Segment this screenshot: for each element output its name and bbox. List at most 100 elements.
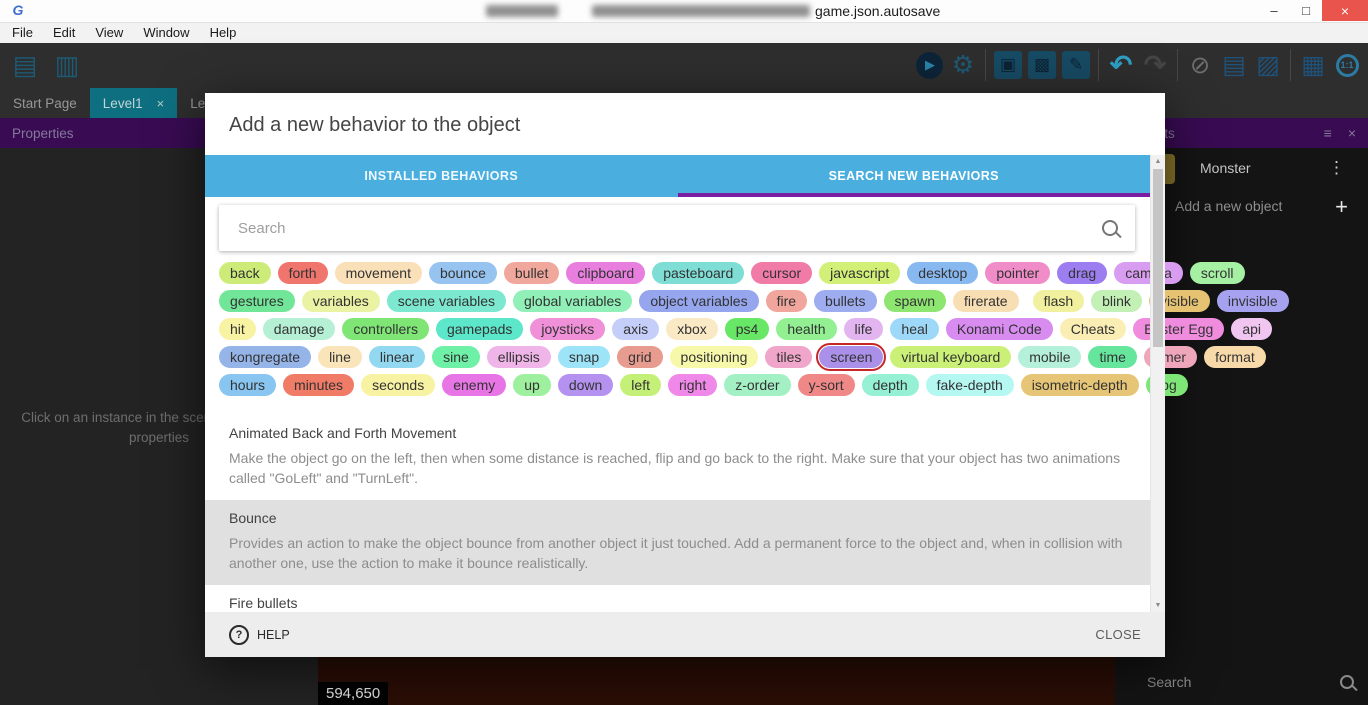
tag-api[interactable]: api xyxy=(1231,318,1272,340)
project-manager-icon[interactable]: ▤ xyxy=(8,48,42,82)
play-icon[interactable]: ▶ xyxy=(912,48,946,82)
tag-snap[interactable]: snap xyxy=(558,346,610,368)
tag-ps4[interactable]: ps4 xyxy=(725,318,770,340)
undo-icon[interactable]: ↶ xyxy=(1104,48,1138,82)
tag-spawn[interactable]: spawn xyxy=(884,290,946,312)
zoom-ratio-icon[interactable]: 1:1 xyxy=(1330,48,1364,82)
tag-bullets[interactable]: bullets xyxy=(814,290,876,312)
tag-object-variables[interactable]: object variables xyxy=(639,290,758,312)
tag-konami-code[interactable]: Konami Code xyxy=(946,318,1053,340)
tag-line[interactable]: line xyxy=(318,346,362,368)
menu-edit[interactable]: Edit xyxy=(43,23,85,43)
tag-down[interactable]: down xyxy=(558,374,613,396)
tag-back[interactable]: back xyxy=(219,262,271,284)
tag-forth[interactable]: forth xyxy=(278,262,328,284)
behavior-item-animated-back-and-forth-movement[interactable]: Animated Back and Forth MovementMake the… xyxy=(205,415,1150,500)
tag-kongregate[interactable]: kongregate xyxy=(219,346,311,368)
tag-cursor[interactable]: cursor xyxy=(751,262,812,284)
tag-joysticks[interactable]: joysticks xyxy=(530,318,605,340)
tag-screen[interactable]: screen xyxy=(819,346,883,368)
tag-bullet[interactable]: bullet xyxy=(504,262,559,284)
tag-easter-egg[interactable]: Easter Egg xyxy=(1133,318,1224,340)
tag-variables[interactable]: variables xyxy=(302,290,380,312)
redo-icon[interactable]: ↷ xyxy=(1138,48,1172,82)
tag-grid[interactable]: grid xyxy=(617,346,662,368)
tag-isometric-depth[interactable]: isometric-depth xyxy=(1021,374,1139,396)
edit-scene-icon[interactable]: ✎ xyxy=(1059,48,1093,82)
tag-virtual-keyboard[interactable]: virtual keyboard xyxy=(890,346,1011,368)
mask-icon[interactable]: ⊘ xyxy=(1183,48,1217,82)
tag-health[interactable]: health xyxy=(776,318,836,340)
tag-ellipsis[interactable]: ellipsis xyxy=(487,346,551,368)
tag-axis[interactable]: axis xyxy=(612,318,659,340)
start-page-icon[interactable]: ▥ xyxy=(50,48,84,82)
tag-enemy[interactable]: enemy xyxy=(442,374,506,396)
tag-drag[interactable]: drag xyxy=(1057,262,1107,284)
tag-desktop[interactable]: desktop xyxy=(907,262,978,284)
close-button[interactable]: × xyxy=(1322,0,1368,21)
tag-controllers[interactable]: controllers xyxy=(342,318,429,340)
help-button[interactable]: ? HELP xyxy=(229,625,290,645)
maximize-button[interactable]: □ xyxy=(1290,0,1322,21)
tab-close-icon[interactable]: × xyxy=(157,96,165,111)
menu-window[interactable]: Window xyxy=(133,23,199,43)
tag-y-sort[interactable]: y-sort xyxy=(798,374,855,396)
tag-time[interactable]: time xyxy=(1088,346,1136,368)
menu-help[interactable]: Help xyxy=(200,23,247,43)
tag-hours[interactable]: hours xyxy=(219,374,276,396)
tag-life[interactable]: life xyxy=(844,318,884,340)
tag-positioning[interactable]: positioning xyxy=(670,346,759,368)
dialog-tab-search-new-behaviors[interactable]: SEARCH NEW BEHAVIORS xyxy=(678,155,1151,197)
tag-blink[interactable]: blink xyxy=(1091,290,1142,312)
tag-damage[interactable]: damage xyxy=(263,318,336,340)
tag-left[interactable]: left xyxy=(620,374,661,396)
tag-linear[interactable]: linear xyxy=(369,346,425,368)
debug-icon[interactable]: ⚙ xyxy=(946,48,980,82)
tag-scene-variables[interactable]: scene variables xyxy=(387,290,506,312)
tag-fire[interactable]: fire xyxy=(766,290,807,312)
tag-mobile[interactable]: mobile xyxy=(1018,346,1081,368)
scrollbar-thumb[interactable] xyxy=(1153,169,1163,347)
tag-global-variables[interactable]: global variables xyxy=(513,290,632,312)
grid-icon[interactable]: ▦ xyxy=(1296,48,1330,82)
tag-seconds[interactable]: seconds xyxy=(361,374,435,396)
close-dialog-button[interactable]: CLOSE xyxy=(1095,627,1141,642)
tag-gestures[interactable]: gestures xyxy=(219,290,295,312)
layers-icon[interactable]: ▨ xyxy=(1251,48,1285,82)
minimize-button[interactable]: – xyxy=(1258,0,1290,21)
tag-heal[interactable]: heal xyxy=(890,318,938,340)
filter-icon[interactable]: ≡ xyxy=(1324,125,1332,141)
tag-tiles[interactable]: tiles xyxy=(765,346,812,368)
behavior-search-input[interactable] xyxy=(236,219,1102,238)
dialog-tab-installed-behaviors[interactable]: INSTALLED BEHAVIORS xyxy=(205,155,678,197)
tag-up[interactable]: up xyxy=(513,374,551,396)
tag-javascript[interactable]: javascript xyxy=(819,262,900,284)
tag-scroll[interactable]: scroll xyxy=(1190,262,1245,284)
tag-fake-depth[interactable]: fake-depth xyxy=(926,374,1014,396)
dialog-scrollbar[interactable]: ▲ ▼ xyxy=(1150,155,1165,612)
tag-flash[interactable]: flash xyxy=(1033,290,1085,312)
instances-icon[interactable]: ▩ xyxy=(1025,48,1059,82)
tag-hit[interactable]: hit xyxy=(219,318,256,340)
tag-right[interactable]: right xyxy=(668,374,717,396)
tag-camera[interactable]: camera xyxy=(1114,262,1183,284)
tag-clipboard[interactable]: clipboard xyxy=(566,262,645,284)
tag-minutes[interactable]: minutes xyxy=(283,374,354,396)
scroll-up-icon[interactable]: ▲ xyxy=(1151,158,1165,165)
tag-movement[interactable]: movement xyxy=(335,262,422,284)
tag-gamepads[interactable]: gamepads xyxy=(436,318,523,340)
tag-cheats[interactable]: Cheats xyxy=(1060,318,1126,340)
tag-bounce[interactable]: bounce xyxy=(429,262,497,284)
panel-close-icon[interactable]: × xyxy=(1348,125,1356,141)
behavior-item-bounce[interactable]: BounceProvides an action to make the obj… xyxy=(205,500,1150,585)
behavior-item-fire-bullets[interactable]: Fire bulletsAllow the object to fire bul… xyxy=(205,585,1150,612)
menu-view[interactable]: View xyxy=(85,23,133,43)
tag-z-order[interactable]: z-order xyxy=(724,374,790,396)
add-object-icon[interactable]: ▣ xyxy=(991,48,1025,82)
tab-start-page[interactable]: Start Page xyxy=(0,88,90,118)
tag-xbox[interactable]: xbox xyxy=(666,318,718,340)
instances-list-icon[interactable]: ▤ xyxy=(1217,48,1251,82)
tag-depth[interactable]: depth xyxy=(862,374,919,396)
scroll-down-icon[interactable]: ▼ xyxy=(1151,602,1165,609)
add-object-icon[interactable]: + xyxy=(1335,194,1348,220)
